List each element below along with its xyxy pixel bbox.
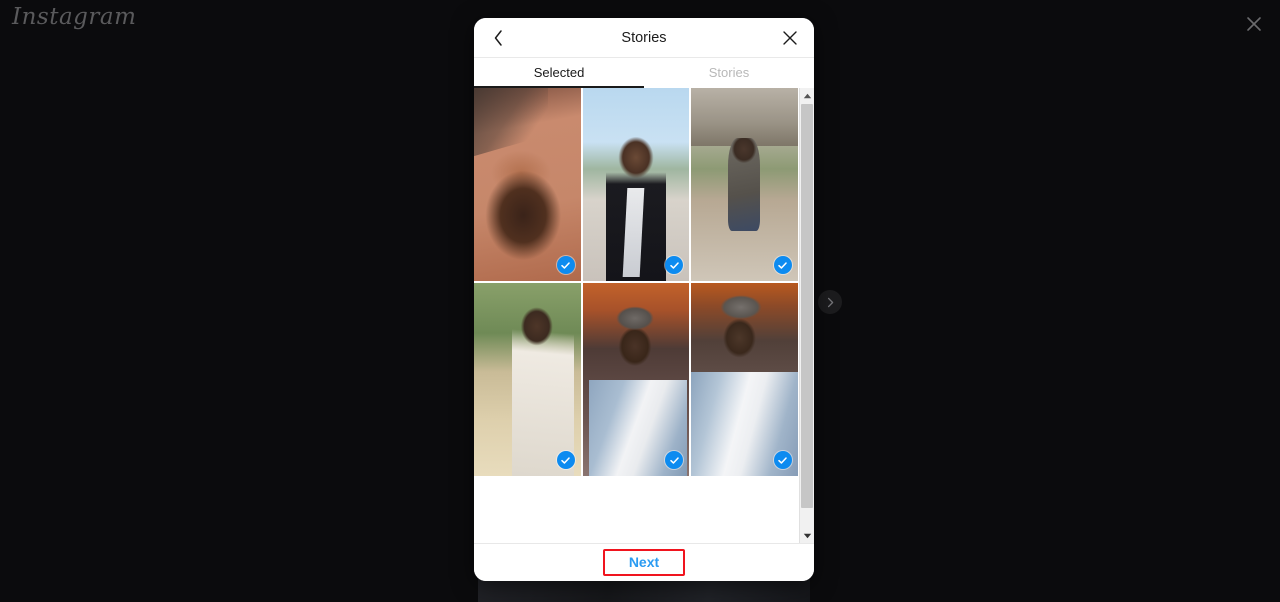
chevron-left-icon [494,30,502,46]
close-icon [783,31,797,45]
back-button[interactable] [479,18,517,58]
photo-image [582,88,690,281]
modal-footer: Next [474,543,814,581]
vertical-scrollbar[interactable] [799,88,814,543]
photo-grid [474,88,798,476]
next-button[interactable]: Next [602,548,686,577]
photo-thumbnail[interactable] [474,283,581,476]
chevron-right-icon [827,297,833,307]
tab-selected-label: Selected [533,64,585,80]
photo-thumbnail[interactable] [691,283,798,476]
triangle-up-icon [803,93,811,98]
photo-image [582,283,690,476]
scrollbar-thumb[interactable] [801,104,813,508]
tab-selected[interactable]: Selected [474,58,644,88]
photo-thumbnail[interactable] [582,88,690,281]
selected-check-badge[interactable] [773,451,792,469]
selected-check-badge[interactable] [556,256,575,274]
stories-modal: Stories Selected Stories Next [474,18,814,581]
photo-thumbnail[interactable] [474,88,581,281]
overlay-close-button[interactable] [1238,8,1270,40]
modal-close-button[interactable] [771,18,809,58]
carousel-next-button[interactable] [818,290,842,314]
selected-check-badge[interactable] [773,256,792,274]
photo-image [474,283,581,476]
photo-thumbnail[interactable] [691,88,798,281]
modal-title: Stories [621,29,667,46]
scroll-down-button[interactable] [800,528,814,543]
photo-thumbnail[interactable] [582,283,690,476]
check-circle-icon [778,456,788,464]
tab-stories[interactable]: Stories [644,58,814,88]
check-circle-icon [778,261,788,269]
screen-root: Instagram Stories Selected Stories Next [0,0,1280,602]
photo-image [691,283,798,476]
check-circle-icon [561,456,570,464]
photo-grid-area [474,88,799,543]
instagram-logo: Instagram [12,4,137,30]
modal-tabs: Selected Stories [474,58,814,88]
tab-stories-label: Stories [708,64,750,80]
check-circle-icon [561,261,570,269]
close-icon [1247,17,1261,31]
selected-check-badge[interactable] [556,451,575,469]
scroll-up-button[interactable] [800,88,814,103]
check-circle-icon [670,456,679,464]
modal-header: Stories [474,18,814,58]
triangle-down-icon [803,533,811,538]
modal-body [474,88,814,543]
photo-image [691,88,798,281]
photo-image [474,88,581,281]
check-circle-icon [670,261,679,269]
